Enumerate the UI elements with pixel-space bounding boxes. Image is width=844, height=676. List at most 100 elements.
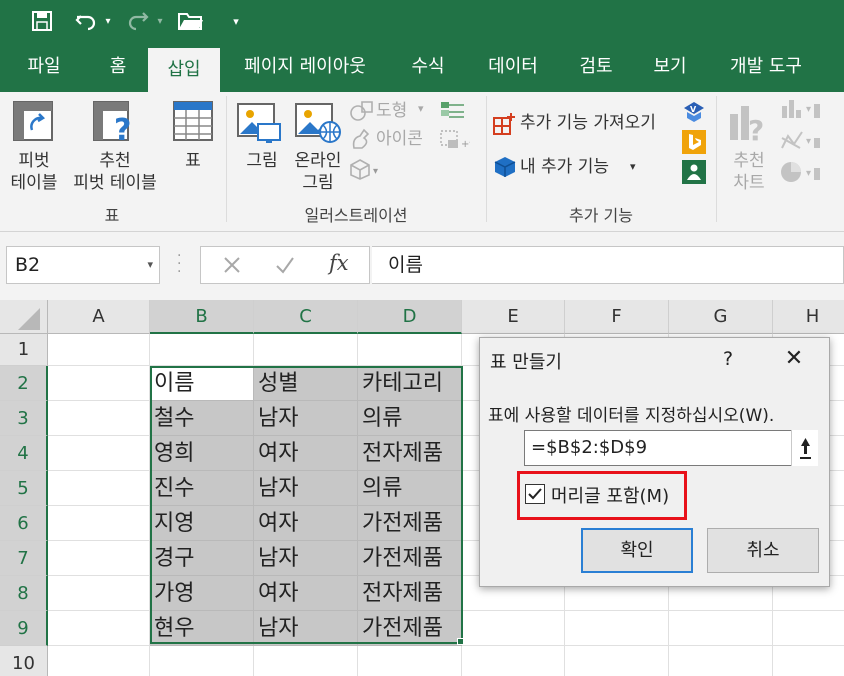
- column-header-d[interactable]: D: [358, 300, 462, 334]
- cell[interactable]: [150, 334, 254, 366]
- tab-file[interactable]: 파일: [14, 42, 74, 92]
- recommended-charts-icon[interactable]: ?: [728, 100, 770, 147]
- cell-c5[interactable]: 남자: [254, 471, 358, 506]
- cell-c8[interactable]: 여자: [254, 576, 358, 611]
- cell[interactable]: [669, 646, 773, 676]
- cell-c2[interactable]: 성별: [254, 366, 358, 401]
- cell[interactable]: [48, 576, 150, 611]
- save-icon[interactable]: [28, 6, 56, 36]
- fill-handle[interactable]: [457, 638, 464, 645]
- cell-d7[interactable]: 가전제품: [358, 541, 462, 576]
- column-header-b[interactable]: B: [150, 300, 254, 334]
- cell[interactable]: [48, 334, 150, 366]
- cell[interactable]: [254, 334, 358, 366]
- online-picture-label[interactable]: 온라인 그림: [288, 150, 348, 194]
- screenshot-icon[interactable]: +▾: [440, 130, 474, 154]
- table-icon[interactable]: [172, 100, 214, 146]
- icons-label[interactable]: 아이콘: [376, 128, 423, 150]
- pie-chart-icon[interactable]: ▾: [780, 160, 820, 188]
- cell[interactable]: [48, 506, 150, 541]
- row-header-2[interactable]: 2: [0, 366, 48, 401]
- cell[interactable]: [48, 611, 150, 646]
- cell[interactable]: [48, 401, 150, 436]
- tab-developer[interactable]: 개발 도구: [716, 42, 816, 92]
- row-header-1[interactable]: 1: [0, 334, 48, 366]
- row-header-4[interactable]: 4: [0, 436, 48, 471]
- icons-icon[interactable]: [350, 128, 374, 154]
- store-icon[interactable]: [492, 112, 516, 140]
- cell-c4[interactable]: 여자: [254, 436, 358, 471]
- cell[interactable]: [462, 646, 565, 676]
- select-all-button[interactable]: [0, 300, 48, 334]
- cell[interactable]: [150, 646, 254, 676]
- tab-view[interactable]: 보기: [640, 42, 700, 92]
- cell[interactable]: [48, 541, 150, 576]
- visio-icon[interactable]: V: [682, 100, 706, 128]
- cell[interactable]: [48, 646, 150, 676]
- column-header-h[interactable]: H: [773, 300, 844, 334]
- cell-b4[interactable]: 영희: [150, 436, 254, 471]
- cell[interactable]: [565, 611, 669, 646]
- picture-label[interactable]: 그림: [238, 150, 286, 172]
- column-header-e[interactable]: E: [462, 300, 565, 334]
- cell-c6[interactable]: 여자: [254, 506, 358, 541]
- row-header-9[interactable]: 9: [0, 611, 48, 646]
- tab-insert[interactable]: 삽입: [148, 48, 220, 92]
- shapes-label[interactable]: 도형: [376, 100, 407, 122]
- header-checkbox[interactable]: [525, 484, 545, 504]
- cell[interactable]: [48, 471, 150, 506]
- row-header-3[interactable]: 3: [0, 401, 48, 436]
- picture-icon[interactable]: [236, 102, 282, 148]
- tab-formulas[interactable]: 수식: [398, 42, 458, 92]
- row-header-10[interactable]: 10: [0, 646, 48, 676]
- cell[interactable]: [773, 646, 844, 676]
- recommended-pivot-label[interactable]: 추천 피벗 테이블: [66, 150, 164, 194]
- undo-dropdown-icon[interactable]: ▾: [102, 6, 114, 36]
- pivot-table-icon[interactable]: [12, 100, 54, 146]
- cell-b2[interactable]: 이름: [150, 366, 254, 401]
- cell-d2[interactable]: 카테고리: [358, 366, 462, 401]
- pivot-table-label[interactable]: 피벗 테이블: [6, 150, 62, 194]
- cell-d3[interactable]: 의류: [358, 401, 462, 436]
- cell[interactable]: [358, 646, 462, 676]
- people-graph-icon[interactable]: [682, 160, 706, 188]
- collapse-dialog-button[interactable]: [791, 430, 818, 466]
- tab-home[interactable]: 홈: [92, 42, 144, 92]
- cell[interactable]: [48, 366, 150, 401]
- bar-chart-icon[interactable]: ▾: [780, 98, 820, 124]
- tab-review[interactable]: 검토: [566, 42, 626, 92]
- get-addins-label[interactable]: 추가 기능 가져오기: [520, 112, 656, 134]
- header-checkbox-label[interactable]: 머리글 포함(M): [551, 482, 669, 508]
- tab-page-layout[interactable]: 페이지 레이아웃: [230, 42, 380, 92]
- recommended-pivot-icon[interactable]: ?: [92, 100, 138, 148]
- cell[interactable]: [48, 436, 150, 471]
- cell[interactable]: [462, 611, 565, 646]
- column-header-a[interactable]: A: [48, 300, 150, 334]
- cell-d9[interactable]: 가전제품: [358, 611, 462, 646]
- cell-b7[interactable]: 경구: [150, 541, 254, 576]
- row-header-6[interactable]: 6: [0, 506, 48, 541]
- table-label[interactable]: 표: [174, 150, 212, 172]
- customize-qat-icon[interactable]: ▾: [228, 6, 244, 36]
- cell-b9[interactable]: 현우: [150, 611, 254, 646]
- cell-d6[interactable]: 가전제품: [358, 506, 462, 541]
- close-icon[interactable]: ✕: [782, 346, 806, 371]
- cell-c7[interactable]: 남자: [254, 541, 358, 576]
- column-header-f[interactable]: F: [565, 300, 669, 334]
- recommended-charts-label[interactable]: 추천 차트: [726, 150, 772, 194]
- cell[interactable]: [254, 646, 358, 676]
- formula-bar-grip-icon[interactable]: · · ·: [177, 249, 181, 279]
- row-header-5[interactable]: 5: [0, 471, 48, 506]
- smartart-icon[interactable]: [440, 100, 466, 124]
- range-input[interactable]: =$B$2:$D$9: [524, 430, 818, 466]
- undo-icon[interactable]: [72, 6, 100, 36]
- my-addins-icon[interactable]: [494, 156, 516, 182]
- my-addins-dropdown-icon[interactable]: ▾: [630, 156, 636, 178]
- cell[interactable]: [358, 334, 462, 366]
- bing-maps-icon[interactable]: [682, 130, 706, 158]
- shapes-icon[interactable]: [350, 100, 374, 126]
- ok-button[interactable]: 확인: [581, 528, 693, 573]
- insert-function-icon[interactable]: fx: [329, 251, 349, 275]
- cancel-button[interactable]: 취소: [707, 528, 819, 573]
- cell-b5[interactable]: 진수: [150, 471, 254, 506]
